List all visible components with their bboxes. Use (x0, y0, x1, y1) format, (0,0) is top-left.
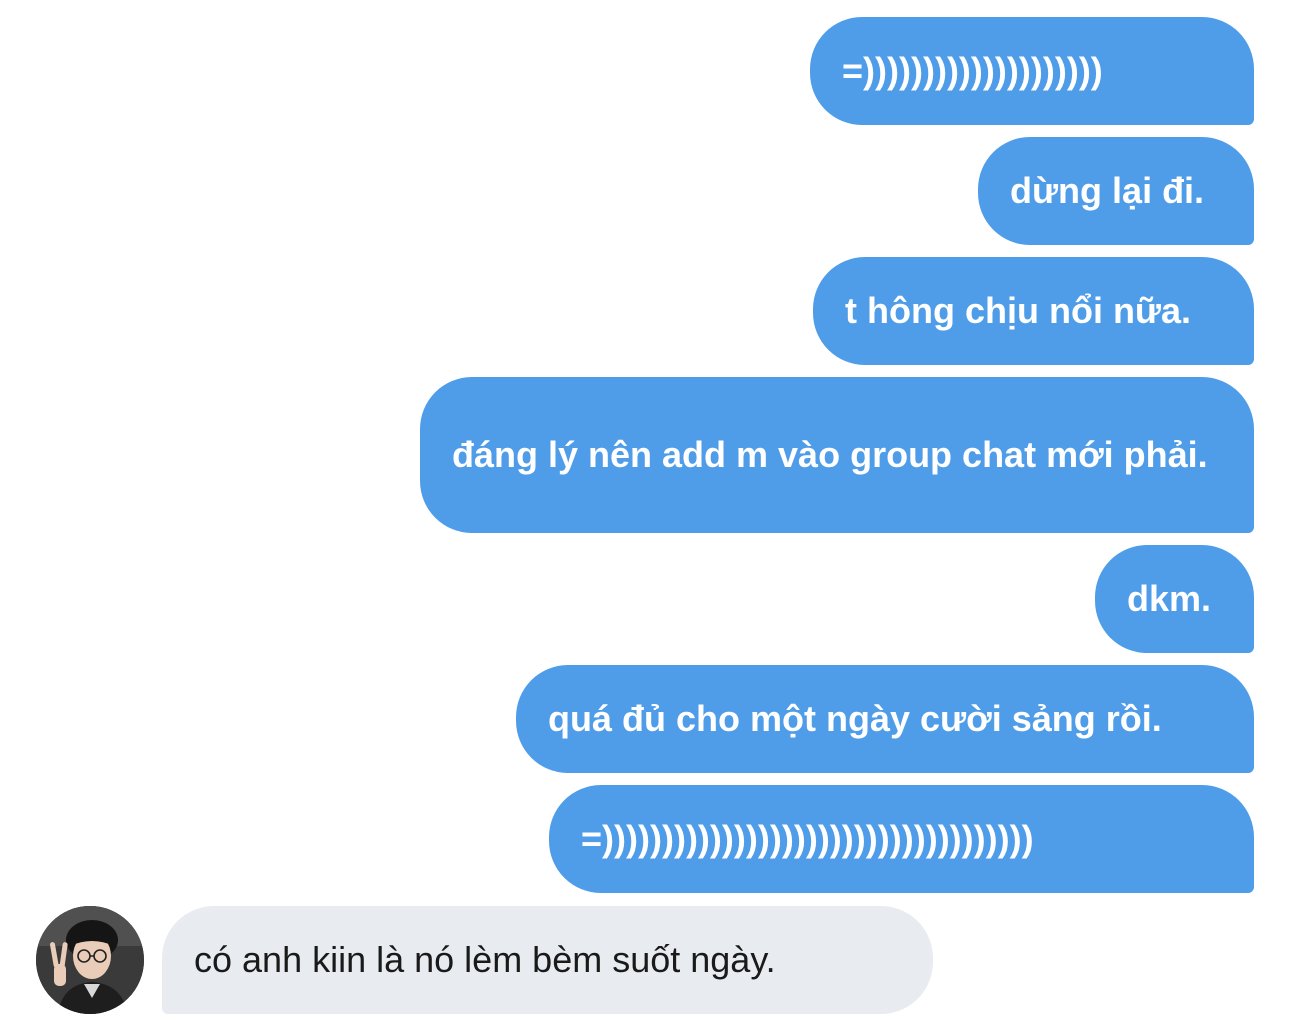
message-text: đáng lý nên add m vào group chat mới phả… (452, 434, 1208, 475)
message-text: quá đủ cho một ngày cười sảng rồi. (548, 698, 1162, 739)
sent-message-bubble[interactable]: =)))))))))))))))))))) (810, 17, 1254, 125)
message-text: dừng lại đi. (1010, 170, 1205, 211)
message-text: dkm. (1127, 578, 1212, 619)
sent-message-bubble[interactable]: t hông chịu nổi nữa. (813, 257, 1254, 365)
message-text: t hông chịu nổi nữa. (845, 290, 1192, 331)
message-text: =)))))))))))))))))))))))))))))))))))) (581, 818, 1034, 859)
message-text: có anh kiin là nó lèm bèm suốt ngày. (194, 939, 776, 980)
sent-message-bubble[interactable]: quá đủ cho một ngày cười sảng rồi. (516, 665, 1254, 773)
message-text: =)))))))))))))))))))) (842, 50, 1103, 91)
sent-message-bubble[interactable]: dkm. (1095, 545, 1254, 653)
received-message-bubble[interactable]: có anh kiin là nó lèm bèm suốt ngày. (162, 906, 933, 1014)
chat-thread: =)))))))))))))))))))) dừng lại đi. t hôn… (0, 0, 1290, 1020)
sent-message-bubble[interactable]: dừng lại đi. (978, 137, 1254, 245)
avatar-photo-icon (36, 906, 144, 1014)
contact-avatar[interactable] (36, 906, 144, 1014)
sent-message-bubble[interactable]: =)))))))))))))))))))))))))))))))))))) (549, 785, 1254, 893)
sent-message-bubble[interactable]: đáng lý nên add m vào group chat mới phả… (420, 377, 1254, 533)
